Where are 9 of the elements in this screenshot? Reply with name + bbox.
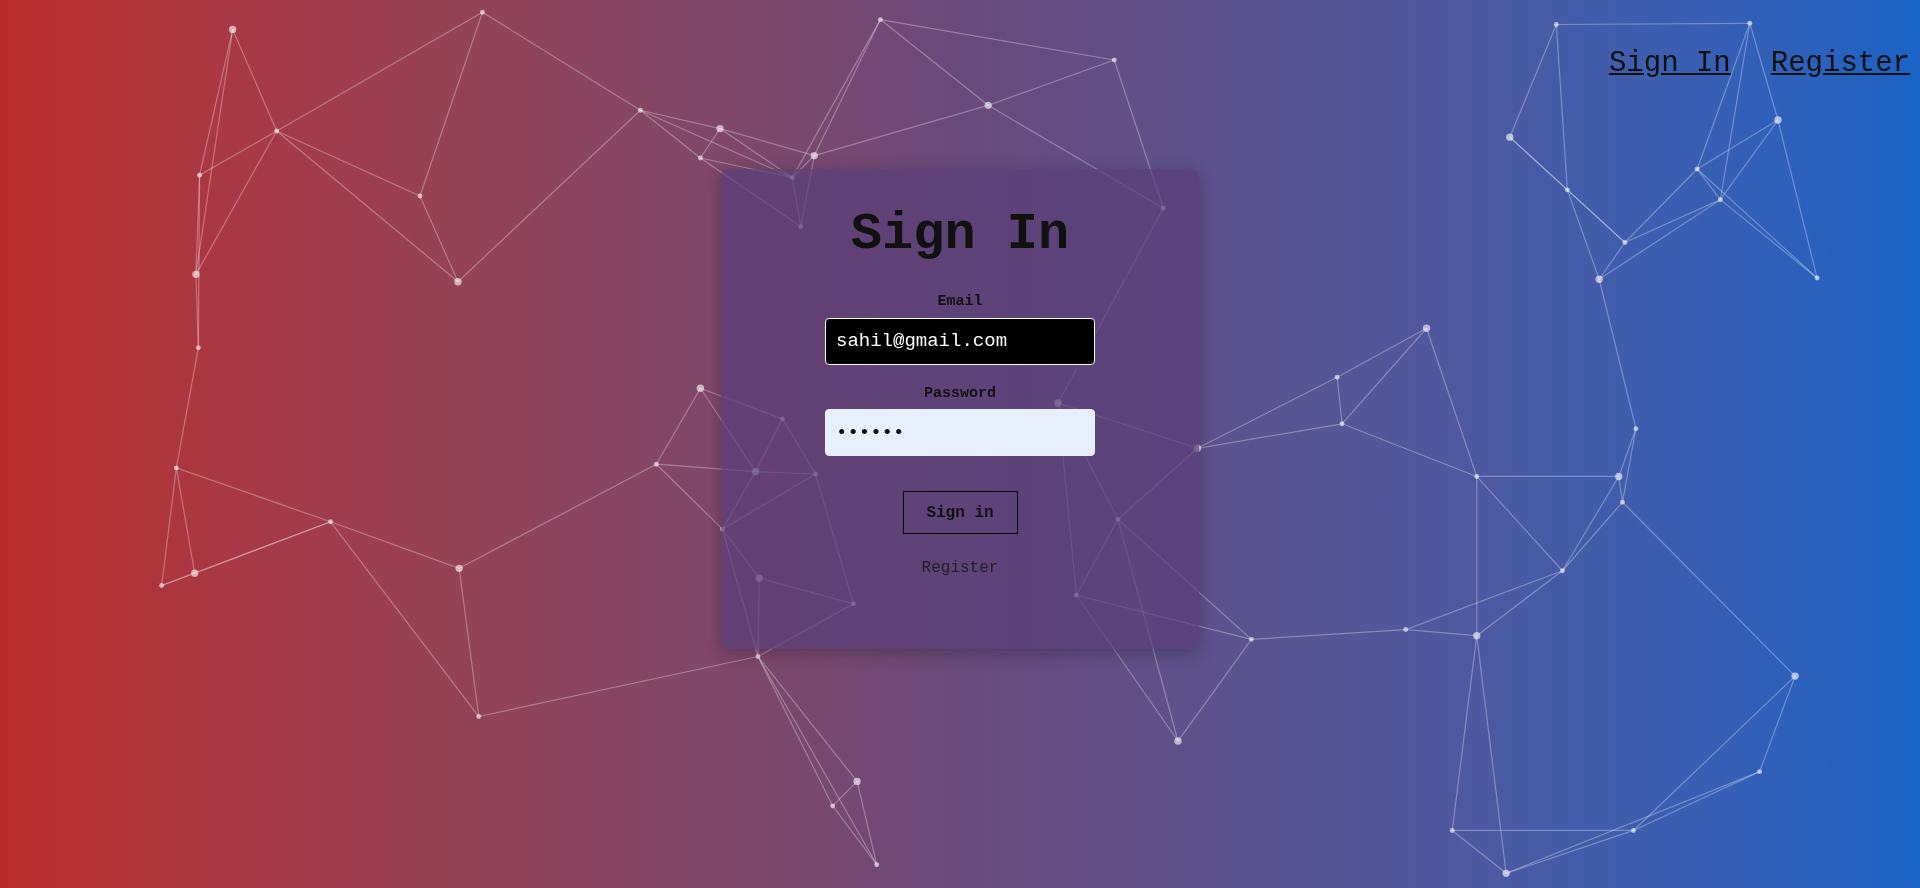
nav-link[interactable]: Sign In	[1608, 42, 1731, 86]
input-field[interactable]: sahil@gmail.com	[825, 317, 1095, 365]
field-label: Email	[937, 292, 983, 312]
register-link[interactable]: Register	[921, 556, 999, 580]
nav-link[interactable]: Register	[1770, 42, 1910, 86]
input-field[interactable]: ••••••	[825, 409, 1095, 456]
form-title: Sign In	[850, 209, 1070, 261]
sign-in-button[interactable]: Sign in	[902, 491, 1018, 534]
field-label: Password	[924, 383, 996, 404]
